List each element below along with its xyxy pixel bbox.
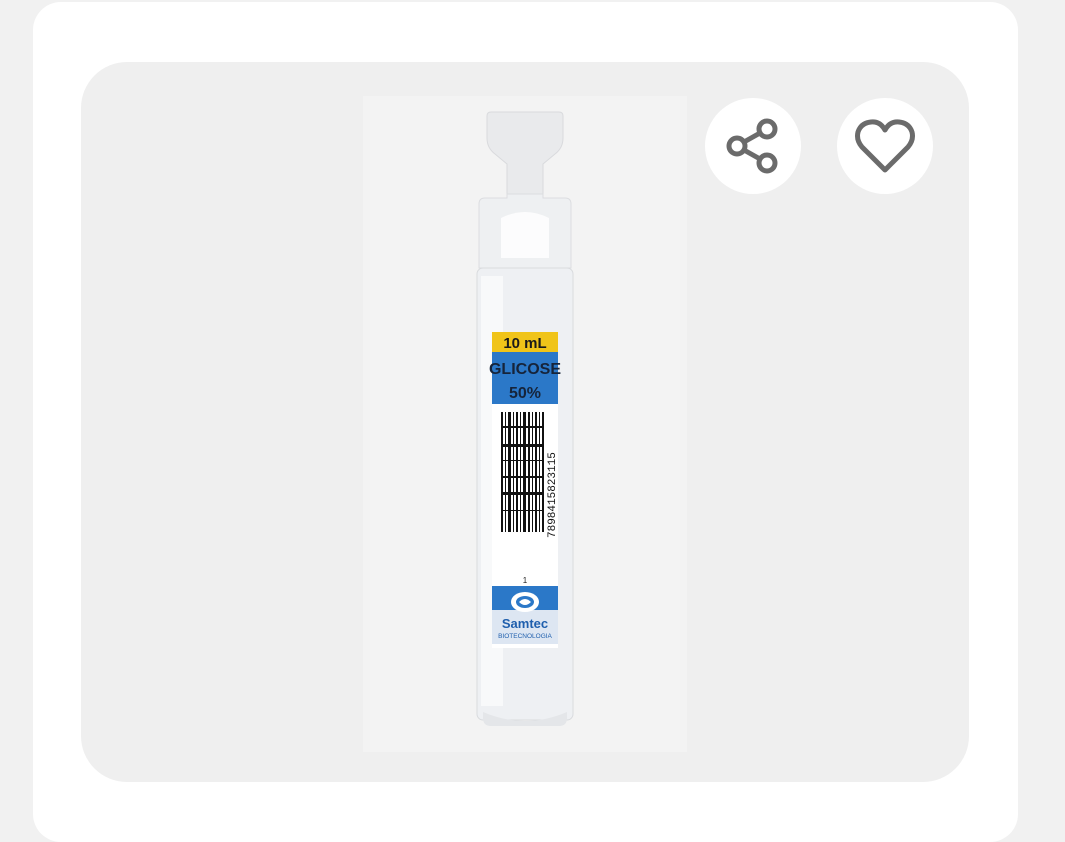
label-concentration-text: 50% — [509, 385, 541, 402]
label-volume-text: 10 mL — [503, 335, 546, 352]
label-barcode-digits: 7898415823115 — [547, 452, 559, 538]
label-lot-marker: 1 — [523, 576, 528, 585]
product-image-frame: 10 mL GLICOSE 50% 7898415823115 1 Samtec… — [81, 62, 969, 782]
favorite-button[interactable] — [837, 98, 933, 194]
share-icon — [726, 118, 778, 174]
label-brand-text: Samtec — [502, 616, 548, 631]
product-image: 10 mL GLICOSE 50% 7898415823115 1 Samtec… — [476, 111, 574, 726]
product-card: 10 mL GLICOSE 50% 7898415823115 1 Samtec… — [33, 2, 1018, 842]
heart-icon — [855, 119, 915, 173]
label-name-text: GLICOSE — [489, 361, 561, 378]
share-button[interactable] — [705, 98, 801, 194]
label-brand-sub-text: BIOTECNOLOGIA — [498, 633, 552, 640]
